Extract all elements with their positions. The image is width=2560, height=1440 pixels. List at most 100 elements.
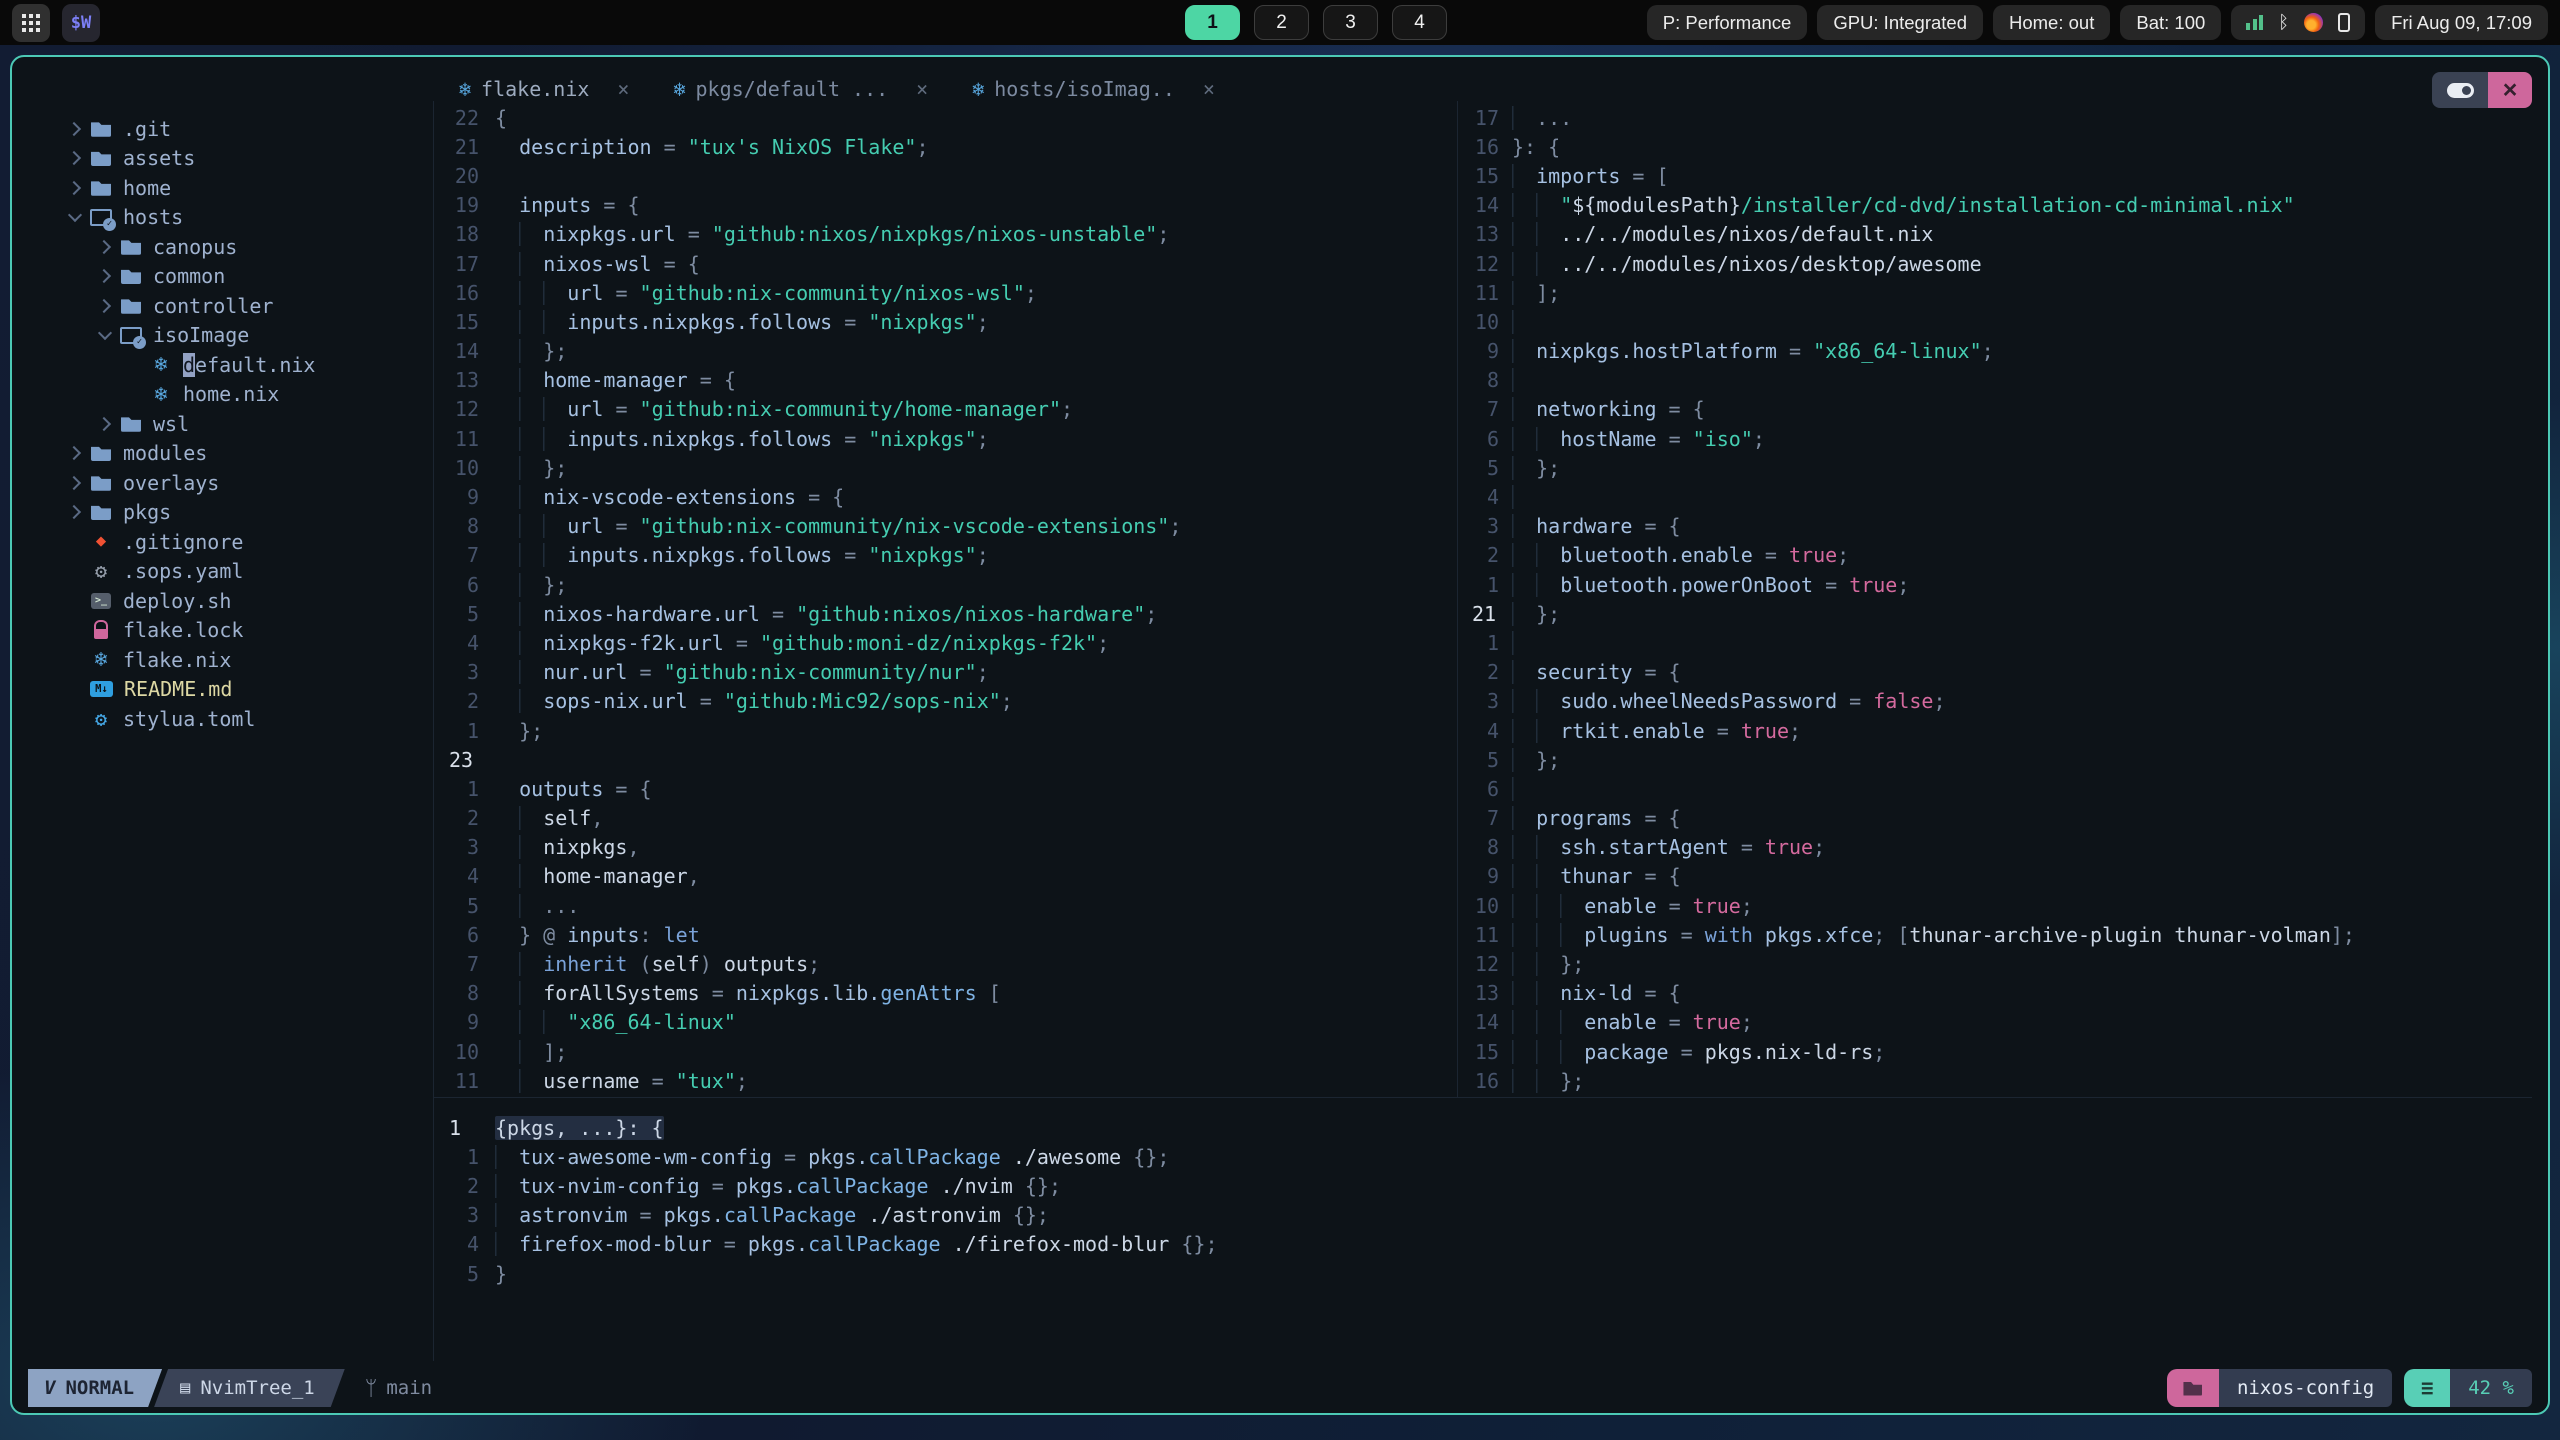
token: = xyxy=(1668,1010,1693,1035)
token: ; xyxy=(916,134,929,159)
code-line: 12 }; xyxy=(1470,949,2534,978)
code-text: imports = [ xyxy=(1512,164,1668,188)
token: pkgs. xyxy=(747,1232,809,1257)
code-text: forAllSystems = nixpkgs.lib.genAttrs [ xyxy=(495,981,1001,1005)
media-icon xyxy=(2304,13,2324,32)
editor-window: ❄ flake.nix × ❄ pkgs/default ... × ❄ hosts/isoI… xyxy=(10,55,2550,1415)
code-text: home-manager, xyxy=(495,864,700,888)
indent-guide xyxy=(519,485,543,509)
topbar: $W 1234 P: Performance GPU: Integrated Hom… xyxy=(0,0,2560,45)
tree-item[interactable]: hosts xyxy=(62,203,434,233)
network-icon xyxy=(2246,15,2264,30)
code-line: 6 xyxy=(1470,774,2534,803)
tab-flake-nix[interactable]: ❄ flake.nix × xyxy=(459,77,629,101)
tree-item[interactable]: M↓ README.md xyxy=(62,675,434,705)
logo-badge[interactable]: $W xyxy=(62,3,100,42)
code-text: }; xyxy=(1512,748,1560,772)
code-text: ../../modules/nixos/default.nix xyxy=(1512,222,1933,246)
tree-item[interactable]: modules xyxy=(62,439,434,469)
folder-icon xyxy=(88,118,114,140)
token: nixpkgs-f2k.url xyxy=(543,630,736,655)
tab-close-icon[interactable]: × xyxy=(1203,77,1215,101)
tree-item[interactable]: pkgs xyxy=(62,498,434,528)
tree-item[interactable]: controller xyxy=(62,291,434,321)
indent-guide xyxy=(519,427,543,451)
editor-flake[interactable]: 22{21 description = "tux's NixOS Flake";… xyxy=(447,103,1455,1095)
workspace-button[interactable]: 2 xyxy=(1254,5,1309,40)
tree-item[interactable]: common xyxy=(62,262,434,292)
tree-item[interactable]: overlays xyxy=(62,468,434,498)
tree-item[interactable]: wsl xyxy=(62,409,434,439)
token: }; xyxy=(543,572,568,597)
token: thunar xyxy=(1560,864,1645,889)
tree-item[interactable]: ⚙ stylua.toml xyxy=(62,704,434,734)
tree-item[interactable]: ⚙ .sops.yaml xyxy=(62,557,434,587)
token: , xyxy=(627,835,640,860)
code-text: enable = true; xyxy=(1512,894,1753,918)
tree-item[interactable]: ◆ .gitignore xyxy=(62,527,434,557)
code-line: 13 nix-ld = { xyxy=(1470,979,2534,1008)
tab-close-icon[interactable]: × xyxy=(617,77,629,101)
workspace-button[interactable]: 3 xyxy=(1323,5,1378,40)
token: ; xyxy=(808,952,821,977)
tree-item[interactable]: .git xyxy=(62,114,434,144)
code-text: description = "tux's NixOS Flake"; xyxy=(495,134,929,159)
indent-guide xyxy=(1512,952,1536,976)
token: inputs.nixpkgs.follows xyxy=(567,309,845,334)
indent-guide xyxy=(1512,981,1536,1005)
vim-icon: V xyxy=(44,1377,56,1399)
editor-pkgs[interactable]: 1 {pkgs, ...}: {1 tux-awesome-wm-config =… xyxy=(447,1113,2047,1288)
token: = xyxy=(1788,339,1814,364)
tree-item[interactable]: ❄ home.nix xyxy=(62,380,434,410)
tree-item[interactable]: ❄ flake.nix xyxy=(62,645,434,675)
code-line: 9 "x86_64-linux" xyxy=(447,1008,1455,1037)
tree-item[interactable]: >_ deploy.sh xyxy=(62,586,434,616)
code-line: 5} xyxy=(447,1259,2047,1288)
tree-item[interactable]: isoImage xyxy=(62,321,434,351)
code-text: inputs.nixpkgs.follows = "nixpkgs"; xyxy=(495,427,988,451)
code-line: 5 ... xyxy=(447,891,1455,920)
workspace-button[interactable]: 1 xyxy=(1185,5,1240,40)
token: = xyxy=(699,689,724,714)
line-number: 11 xyxy=(1474,280,1499,305)
folder-check-icon xyxy=(118,324,146,350)
editor-iso[interactable]: 17 ... 16}: {15 imports = [14 "${modulesP… xyxy=(1470,103,2534,1095)
tree-item-label: modules xyxy=(123,441,208,466)
tree-item[interactable]: ❄ default.nix xyxy=(62,350,434,380)
token: nix-ld xyxy=(1560,981,1645,1006)
code-line: 11 username = "tux"; xyxy=(447,1066,1455,1095)
tab-close-icon[interactable]: × xyxy=(916,77,928,101)
workspace-button[interactable]: 4 xyxy=(1392,5,1447,40)
indent-guide xyxy=(519,631,543,655)
launcher-button[interactable] xyxy=(12,3,50,42)
tree-item[interactable]: flake.lock xyxy=(62,616,434,646)
code-line: 15 package = pkgs.nix-ld-rs; xyxy=(1470,1037,2534,1066)
token: {}; xyxy=(1012,1203,1049,1228)
line-number: 7 xyxy=(1486,397,1499,422)
code-line: 14 enable = true; xyxy=(1470,1008,2534,1037)
indent-guide xyxy=(1512,310,1536,334)
tab-hosts-isoImag-[interactable]: ❄ hosts/isoImag.. × xyxy=(972,77,1215,101)
token: inputs xyxy=(519,193,604,218)
line-number: 1 xyxy=(449,1115,462,1140)
tree-item[interactable]: canopus xyxy=(62,232,434,262)
filetree: .git assets home hosts canopus common controll… xyxy=(62,114,434,734)
code-text: }; xyxy=(495,573,567,597)
toggle-icon xyxy=(2446,82,2474,98)
token: = xyxy=(735,630,760,655)
code-line: 16}: { xyxy=(1470,132,2534,161)
tree-item[interactable]: assets xyxy=(62,144,434,174)
line-number: 10 xyxy=(454,1039,479,1064)
indent-guide xyxy=(543,543,567,567)
token: = { xyxy=(663,251,700,276)
status-pill: GPU: Integrated xyxy=(1817,5,1983,40)
tab-pkgs-default-[interactable]: ❄ pkgs/default ... × xyxy=(673,77,928,101)
line-number: 4 xyxy=(466,630,479,655)
tree-item[interactable]: home xyxy=(62,173,434,203)
token: astronvim xyxy=(519,1203,640,1228)
token: self xyxy=(651,952,700,977)
token: tux-awesome-wm-config xyxy=(519,1144,784,1169)
tree-item-label: flake.nix xyxy=(123,647,232,672)
indent-guide xyxy=(1512,835,1536,859)
chevron-right-icon xyxy=(92,271,118,281)
